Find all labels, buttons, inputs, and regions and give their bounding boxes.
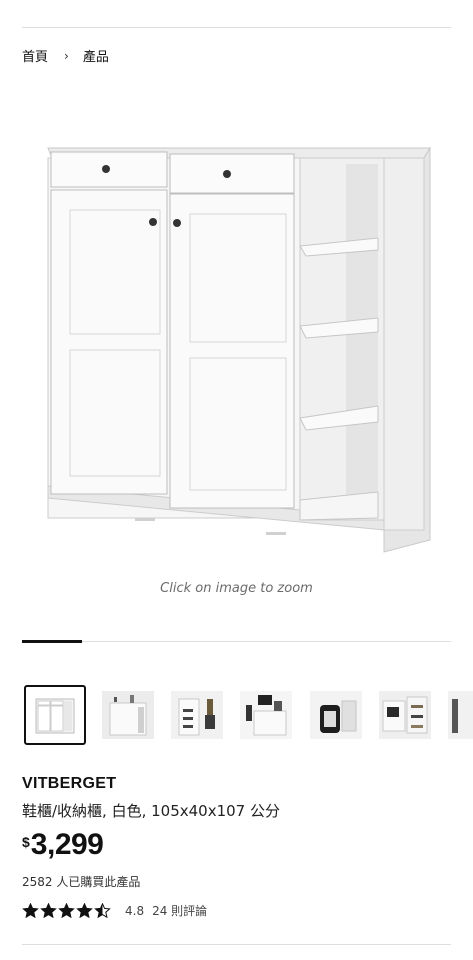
price-currency: $ [22,834,30,850]
product-main-image[interactable] [0,120,473,570]
thumbnail-4[interactable] [235,685,297,745]
product-name: VITBERGET [22,775,117,792]
star-icon [94,903,111,918]
thumbnail-7[interactable] [443,685,473,745]
gallery-progress-track [22,641,451,642]
rating-stars [22,903,111,918]
rating-value: 4.8 [125,903,145,918]
zoom-hint: Click on image to zoom [160,581,313,596]
bottom-divider [22,944,451,945]
gallery-progress-fill [22,640,82,643]
product-rating[interactable]: 4.8 24 則評論 [22,902,207,919]
thumbnail-2[interactable] [97,685,159,745]
chevron-right-icon: › [64,48,69,63]
thumbnail-6[interactable] [374,685,436,745]
thumbnail-strip[interactable] [22,685,473,745]
breadcrumb: 首頁 › 產品 [22,46,109,66]
purchase-count: 2582 人已購買此產品 [22,875,141,889]
thumbnail-5[interactable] [305,685,367,745]
star-icon [40,903,57,918]
thumbnail-3[interactable] [166,685,228,745]
star-icon [76,903,93,918]
top-divider [22,27,451,28]
breadcrumb-home-link[interactable]: 首頁 [22,46,48,65]
product-description: 鞋櫃/收納櫃, 白色, 105x40x107 公分 [22,802,280,820]
price-amount: 3,299 [30,828,104,861]
review-count-link[interactable]: 24 則評論 [152,902,207,919]
product-price: $ 3,299 [22,828,104,862]
star-icon [58,903,75,918]
thumbnail-1[interactable] [24,685,86,745]
star-icon [22,903,39,918]
breadcrumb-products-link[interactable]: 產品 [83,46,109,65]
